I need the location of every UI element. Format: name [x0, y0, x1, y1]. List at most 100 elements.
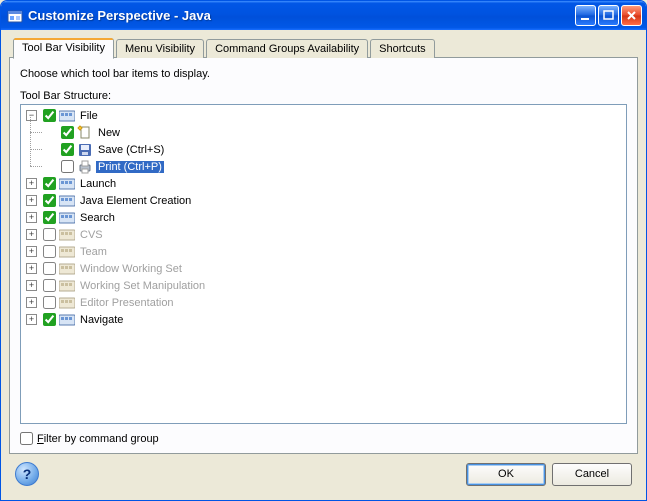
- toolbar-icon: [59, 108, 75, 124]
- tree-node-label: Team: [78, 246, 109, 258]
- tree-node-label: Save (Ctrl+S): [96, 144, 166, 156]
- toolbar-icon: [59, 312, 75, 328]
- tree: − File: [23, 107, 624, 328]
- app-icon: [7, 8, 23, 24]
- tree-node-window-working-set[interactable]: + Window Working Set: [25, 260, 624, 277]
- tree-container[interactable]: − File: [20, 104, 627, 424]
- tree-node-label: Print (Ctrl+P): [96, 161, 164, 173]
- expand-icon[interactable]: +: [26, 280, 37, 291]
- tree-checkbox[interactable]: [43, 313, 56, 326]
- tab-menu-visibility[interactable]: Menu Visibility: [116, 39, 204, 58]
- toolbar-icon: [59, 193, 75, 209]
- tab-tool-bar-visibility[interactable]: Tool Bar Visibility: [13, 38, 114, 59]
- tree-checkbox[interactable]: [61, 126, 74, 139]
- tree-checkbox[interactable]: [61, 160, 74, 173]
- collapse-icon[interactable]: −: [26, 110, 37, 121]
- tree-node-java-element-creation[interactable]: + Java Element Creation: [25, 192, 624, 209]
- tree-checkbox[interactable]: [43, 194, 56, 207]
- tree-node-label: New: [96, 127, 122, 139]
- tree-checkbox[interactable]: [43, 228, 56, 241]
- tree-node-file[interactable]: − File: [25, 107, 624, 124]
- tree-node-search[interactable]: + Search: [25, 209, 624, 226]
- checkbox-input[interactable]: [43, 177, 56, 190]
- tab-command-groups[interactable]: Command Groups Availability: [206, 39, 368, 58]
- expand-icon[interactable]: +: [26, 314, 37, 325]
- checkbox-input[interactable]: [61, 160, 74, 173]
- tree-node-label: File: [78, 110, 100, 122]
- ok-button[interactable]: OK: [466, 463, 546, 486]
- client-area: Tool Bar Visibility Menu Visibility Comm…: [1, 30, 646, 500]
- window-title: Customize Perspective - Java: [28, 8, 575, 23]
- new-icon: [77, 125, 93, 141]
- tree-label: Tool Bar Structure:: [20, 90, 627, 102]
- expand-icon[interactable]: +: [26, 263, 37, 274]
- twist-spacer: [44, 161, 55, 172]
- tree-checkbox[interactable]: [43, 109, 56, 122]
- tree-node-working-set-manipulation[interactable]: + Working Set Manipulation: [25, 277, 624, 294]
- maximize-button[interactable]: [598, 5, 619, 26]
- tab-label: Command Groups Availability: [215, 43, 359, 55]
- tree-checkbox[interactable]: [43, 279, 56, 292]
- tree-checkbox[interactable]: [43, 211, 56, 224]
- toolbar-icon: [59, 227, 75, 243]
- checkbox-input[interactable]: [43, 194, 56, 207]
- twist-spacer: [44, 127, 55, 138]
- expand-icon[interactable]: +: [26, 297, 37, 308]
- checkbox-input[interactable]: [43, 228, 56, 241]
- dialog-footer: ? OK Cancel: [9, 454, 638, 492]
- hint-text: Choose which tool bar items to display.: [20, 68, 627, 80]
- cancel-button[interactable]: Cancel: [552, 463, 632, 486]
- checkbox-input[interactable]: [43, 296, 56, 309]
- tree-checkbox[interactable]: [61, 143, 74, 156]
- filter-label: Filter by command group: [37, 433, 159, 445]
- window-buttons: [575, 5, 642, 26]
- dialog-window: Customize Perspective - Java Tool Bar Vi…: [0, 0, 647, 501]
- tree-checkbox[interactable]: [43, 296, 56, 309]
- expand-icon[interactable]: +: [26, 246, 37, 257]
- tab-label: Menu Visibility: [125, 43, 195, 55]
- minimize-button[interactable]: [575, 5, 596, 26]
- checkbox-input[interactable]: [43, 109, 56, 122]
- help-icon[interactable]: ?: [15, 462, 39, 486]
- button-row: OK Cancel: [466, 463, 632, 486]
- tree-node-print[interactable]: Print (Ctrl+P): [43, 158, 624, 175]
- toolbar-icon: [59, 261, 75, 277]
- expand-icon[interactable]: +: [26, 195, 37, 206]
- tab-label: Tool Bar Visibility: [22, 42, 105, 54]
- tree-node-label: Editor Presentation: [78, 297, 176, 309]
- expand-icon[interactable]: +: [26, 229, 37, 240]
- tree-checkbox[interactable]: [43, 262, 56, 275]
- tree-node-label: Launch: [78, 178, 118, 190]
- checkbox-input[interactable]: [61, 126, 74, 139]
- checkbox-input[interactable]: [43, 262, 56, 275]
- tree-node-team[interactable]: + Team: [25, 243, 624, 260]
- tab-panel: Choose which tool bar items to display. …: [9, 57, 638, 454]
- checkbox-input[interactable]: [43, 279, 56, 292]
- checkbox-input[interactable]: [43, 313, 56, 326]
- toolbar-icon: [59, 176, 75, 192]
- checkbox-input[interactable]: [43, 211, 56, 224]
- toolbar-icon: [59, 210, 75, 226]
- tree-checkbox[interactable]: [43, 245, 56, 258]
- expand-icon[interactable]: +: [26, 178, 37, 189]
- tree-node-editor-presentation[interactable]: + Editor Presentation: [25, 294, 624, 311]
- tree-node-launch[interactable]: + Launch: [25, 175, 624, 192]
- tree-node-cvs[interactable]: + CVS: [25, 226, 624, 243]
- expand-icon[interactable]: +: [26, 212, 37, 223]
- toolbar-icon: [59, 278, 75, 294]
- print-icon: [77, 159, 93, 175]
- save-icon: [77, 142, 93, 158]
- tree-checkbox[interactable]: [43, 177, 56, 190]
- checkbox-input[interactable]: [61, 143, 74, 156]
- toolbar-icon: [59, 244, 75, 260]
- filter-by-command-group[interactable]: Filter by command group: [20, 432, 627, 445]
- tree-node-navigate[interactable]: + Navigate: [25, 311, 624, 328]
- tree-node-save[interactable]: Save (Ctrl+S): [43, 141, 624, 158]
- twist-spacer: [44, 144, 55, 155]
- tree-node-new[interactable]: New: [43, 124, 624, 141]
- tab-shortcuts[interactable]: Shortcuts: [370, 39, 434, 58]
- close-button[interactable]: [621, 5, 642, 26]
- tree-node-label: Navigate: [78, 314, 125, 326]
- filter-checkbox[interactable]: [20, 432, 33, 445]
- checkbox-input[interactable]: [43, 245, 56, 258]
